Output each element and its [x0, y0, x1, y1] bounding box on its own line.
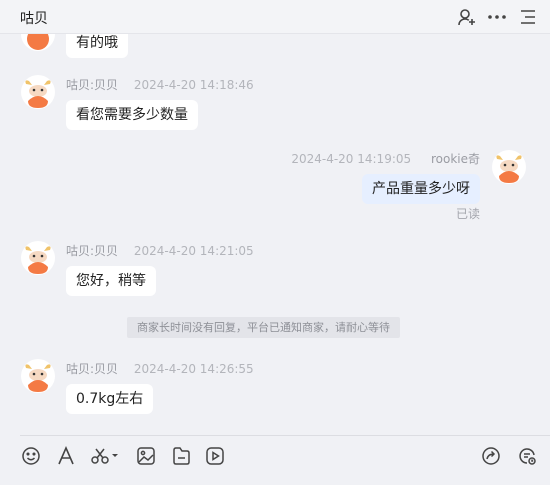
timestamp: 2024-4-20 14:26:55 [133, 362, 254, 376]
avatar[interactable] [21, 241, 55, 275]
menu-list-icon[interactable] [518, 7, 538, 27]
avatar[interactable] [492, 150, 526, 184]
message-bubble[interactable]: 有的哦 [66, 34, 128, 58]
sender-name: 咕贝:贝贝 [66, 244, 119, 258]
timestamp: 2024-4-20 14:19:05 [291, 152, 412, 166]
sender-name: 咕贝:贝贝 [66, 78, 119, 92]
avatar[interactable] [21, 359, 55, 393]
read-status: 已读 [455, 207, 480, 221]
font-icon[interactable] [56, 446, 76, 466]
sender-name: rookie奇 [430, 152, 480, 166]
add-contact-icon[interactable] [457, 7, 477, 27]
message-meta: 咕贝:贝贝 2024-4-20 14:26:55 [66, 360, 254, 377]
my-message-bubble[interactable]: 产品重量多少呀 [362, 174, 480, 204]
timestamp: 2024-4-20 14:18:46 [133, 78, 254, 92]
message-meta: 咕贝:贝贝 2024-4-20 14:21:05 [66, 242, 254, 259]
message-meta: 2024-4-20 14:19:05 rookie奇 [291, 150, 480, 167]
message-bubble[interactable]: 您好，稍等 [66, 266, 156, 296]
message-list[interactable]: 有的哦 咕贝:贝贝 2024-4-20 14:18:46 看您需要多少数量 20… [0, 34, 550, 434]
message-bubble[interactable]: 0.7kg左右 [66, 384, 154, 414]
emoji-icon[interactable] [21, 446, 41, 466]
timestamp: 2024-4-20 14:21:05 [133, 244, 254, 258]
scissors-icon[interactable] [90, 446, 120, 466]
chat-header: 咕贝 [0, 0, 550, 34]
share-icon[interactable] [481, 446, 501, 466]
avatar[interactable] [21, 34, 55, 51]
video-icon[interactable] [205, 446, 225, 466]
chat-title: 咕贝 [20, 11, 48, 27]
message-meta: 咕贝:贝贝 2024-4-20 14:18:46 [66, 76, 254, 93]
avatar[interactable] [21, 75, 55, 109]
sender-name: 咕贝:贝贝 [66, 362, 119, 376]
message-bubble[interactable]: 看您需要多少数量 [66, 100, 198, 130]
file-icon[interactable] [171, 446, 191, 466]
input-toolbar [0, 436, 550, 476]
history-icon[interactable] [517, 446, 537, 466]
image-icon[interactable] [136, 446, 156, 466]
more-icon[interactable] [487, 7, 507, 27]
system-notice: 商家长时间没有回复，平台已通知商家，请耐心等待 [127, 317, 400, 338]
